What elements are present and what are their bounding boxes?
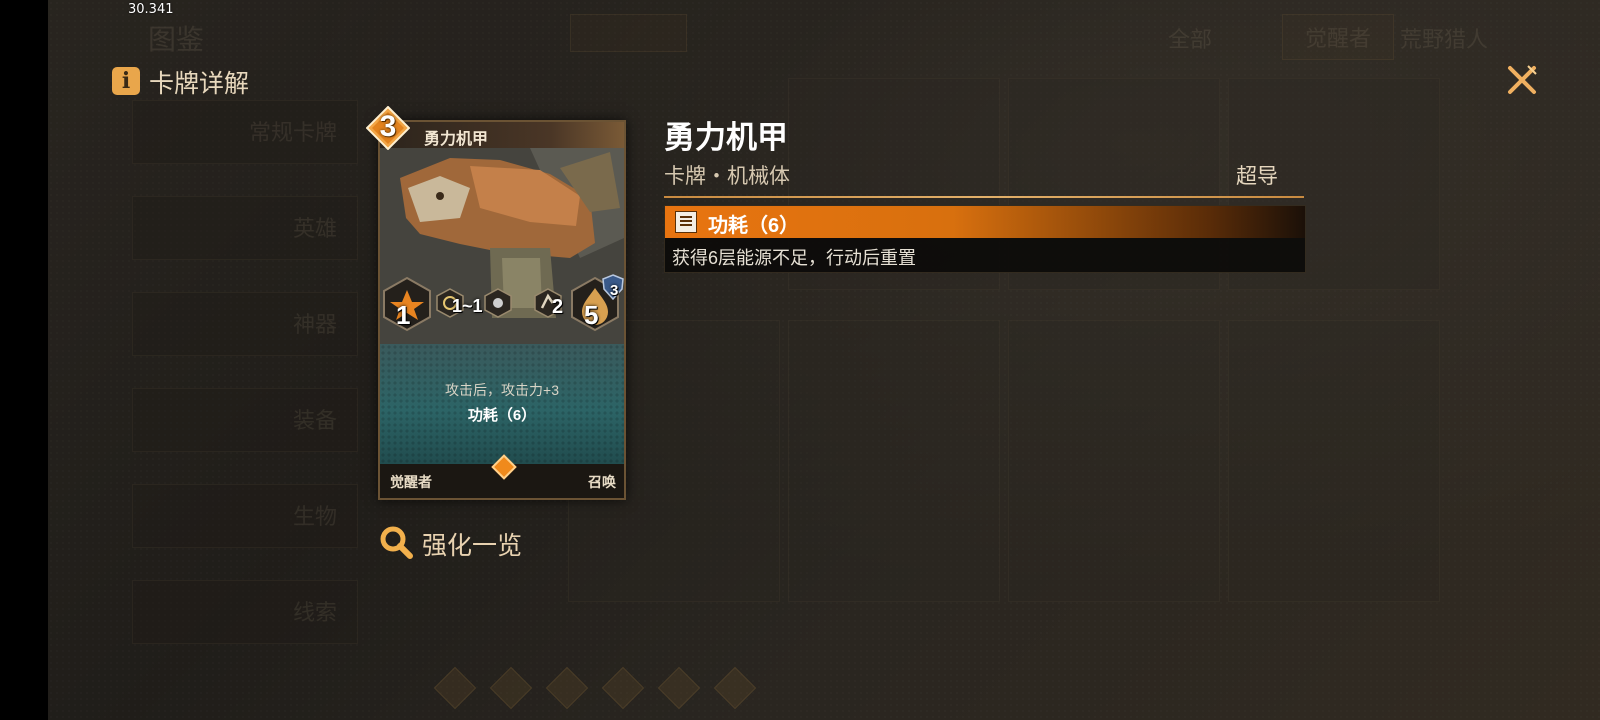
fps-counter: 30.341	[128, 2, 174, 17]
game-screen: 图鉴 全部 觉醒者 荒野猎人 常规卡牌 英雄 神器 装备 生物 线索 i 卡牌详…	[48, 0, 1600, 720]
keyword-description: 获得6层能源不足，行动后重置	[672, 248, 917, 268]
card-title: 勇力机甲	[664, 120, 788, 155]
card-type-label: 召唤	[588, 474, 616, 490]
card-class-label: 觉醒者	[390, 474, 432, 490]
attack-value: 1	[396, 300, 411, 330]
card-footer: 觉醒者 召唤	[380, 454, 624, 498]
keyword-header: 功耗（6）	[665, 206, 1305, 238]
divider	[664, 196, 1304, 198]
card-stats-row: 1 1~1 2 5 3	[380, 272, 624, 342]
card-preview[interactable]: 勇力机甲 1 1~1 2 5 3 攻击后，攻击力+3 功耗（6） 觉醒者 召唤	[378, 120, 626, 500]
target-icon	[484, 288, 512, 318]
upgrade-overview-button[interactable]: 强化一览	[378, 522, 548, 562]
keyword-title: 功耗（6）	[708, 215, 800, 237]
keyword-panel: 功耗（6） 获得6层能源不足，行动后重置	[664, 205, 1306, 273]
document-icon	[675, 211, 697, 233]
info-icon: i	[112, 67, 140, 95]
card-category: 卡牌・机械体	[664, 165, 790, 188]
card-keyword-text: 功耗（6）	[467, 407, 537, 424]
range-value: 1~1	[452, 296, 483, 316]
close-icon	[1508, 65, 1537, 94]
card-effect-text: 攻击后，攻击力+3	[445, 382, 559, 398]
card-header: 勇力机甲	[380, 122, 624, 148]
card-description-area: 攻击后，攻击力+3 功耗（6）	[380, 344, 624, 464]
card-rarity: 超导	[1236, 165, 1278, 188]
shield-value: 3	[610, 282, 619, 299]
card-name: 勇力机甲	[424, 131, 489, 148]
move-value: 2	[552, 296, 564, 318]
panel-title: 卡牌详解	[149, 70, 250, 98]
magnifier-icon	[380, 526, 413, 559]
modal-overlay	[48, 0, 1600, 720]
upgrade-overview-label: 强化一览	[422, 532, 523, 560]
card-cost: 3	[379, 110, 397, 143]
health-value: 5	[584, 300, 599, 330]
close-button[interactable]	[1504, 62, 1540, 98]
